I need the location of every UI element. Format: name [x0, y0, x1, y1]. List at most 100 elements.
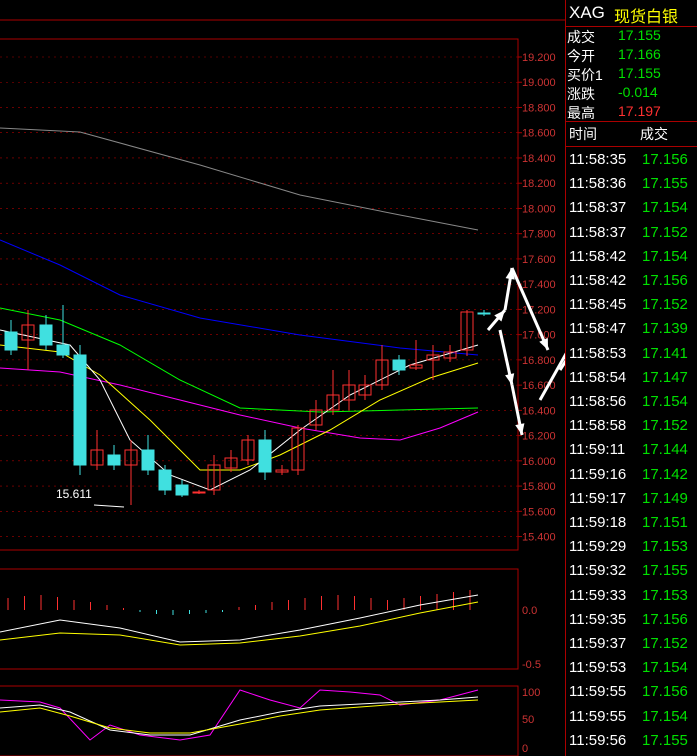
tick-time: 11:59:18	[569, 514, 627, 531]
tick-price: 17.152	[642, 296, 688, 314]
macd-indicator: 0.0 -0.5	[0, 590, 541, 671]
candle-body	[4, 331, 18, 351]
tick-row[interactable]: 11:59:32 17.155	[566, 559, 697, 583]
quote-value: 17.155	[618, 27, 661, 43]
candle-body	[141, 449, 155, 471]
price-tick-label: 16.200	[522, 431, 556, 443]
kdj-tick-label: 50	[522, 714, 534, 726]
tick-row[interactable]: 11:58:45 17.152	[566, 293, 697, 317]
tick-price: 17.154	[642, 393, 688, 410]
quote-value: 17.155	[618, 65, 661, 81]
price-tick-label: 17.400	[522, 279, 556, 291]
tick-price: 17.141	[642, 344, 688, 362]
tick-price: 17.151	[642, 514, 688, 531]
tick-price: 17.156	[642, 610, 688, 628]
tick-time: 11:59:53	[569, 659, 627, 677]
low-price-pointer	[93, 504, 125, 508]
price-tick-label: 19.000	[522, 77, 556, 89]
price-tick-label: 17.800	[522, 229, 556, 241]
tick-time: 11:58:53	[569, 344, 627, 362]
ma-line	[0, 239, 479, 356]
ticks-header-price: 成交	[640, 126, 668, 142]
macd-tick-label: -0.5	[522, 659, 541, 671]
tick-time: 11:59:17	[569, 489, 627, 507]
candle-body	[73, 354, 87, 466]
kdj-j-line	[0, 689, 479, 741]
tick-row[interactable]: 11:59:53 17.154	[566, 656, 697, 680]
tick-row[interactable]: 11:59:33 17.153	[566, 584, 697, 608]
tick-row[interactable]: 11:58:47 17.139	[566, 317, 697, 341]
kdj-d-line	[0, 699, 479, 734]
tick-row[interactable]: 11:59:18 17.151	[566, 511, 697, 535]
tick-time: 11:58:56	[569, 393, 627, 410]
kdj-tick-label: 0	[522, 743, 528, 755]
tick-row[interactable]: 11:59:35 17.156	[566, 608, 697, 632]
quote-label: 涨跌	[567, 86, 595, 102]
tick-price: 17.155	[642, 175, 688, 193]
quote-value: 17.197	[618, 103, 661, 119]
tick-price: 17.153	[642, 538, 688, 556]
price-panel-frame	[0, 38, 519, 551]
price-tick-label: 16.800	[522, 355, 556, 367]
kdj-tick-label: 100	[522, 687, 540, 699]
tick-row[interactable]: 11:58:56 17.154	[566, 390, 697, 414]
tick-row[interactable]: 11:58:35 17.156	[566, 148, 697, 172]
tick-row[interactable]: 11:59:16 17.142	[566, 463, 697, 487]
tick-time: 11:59:33	[569, 586, 627, 604]
macd-tick-label: 0.0	[522, 605, 537, 617]
tick-time: 11:58:58	[569, 417, 627, 435]
tick-row[interactable]: 11:59:55 17.154	[566, 705, 697, 729]
tick-row[interactable]: 11:59:37 17.152	[566, 632, 697, 656]
ma-line	[0, 127, 479, 231]
tick-row[interactable]: 11:58:53 17.141	[566, 342, 697, 366]
tick-price: 17.155	[642, 731, 688, 749]
candle-body	[56, 344, 70, 356]
tick-row[interactable]: 11:59:29 17.153	[566, 535, 697, 559]
tick-row[interactable]: 11:58:42 17.156	[566, 269, 697, 293]
tick-row[interactable]: 11:59:56 17.155	[566, 729, 697, 753]
tick-time: 11:58:37	[569, 199, 627, 217]
tick-time: 11:59:55	[569, 707, 627, 725]
quote-label: 今开	[567, 48, 595, 64]
tick-price: 17.152	[642, 417, 688, 435]
quote-row: 涨跌 -0.014	[566, 83, 697, 102]
ma-line	[0, 307, 479, 413]
candle-body	[107, 454, 121, 466]
price-tick-label: 18.800	[522, 102, 556, 114]
tick-row[interactable]: 11:58:37 17.152	[566, 221, 697, 245]
tick-time: 11:59:56	[569, 731, 627, 749]
tick-price: 17.152	[642, 635, 688, 652]
tick-price: 17.139	[642, 320, 688, 338]
moving-averages	[0, 127, 479, 491]
price-tick-label: 17.600	[522, 254, 556, 266]
tick-time: 11:58:42	[569, 247, 627, 265]
price-tick-label: 15.600	[522, 506, 556, 518]
ma-line	[0, 367, 479, 441]
kline-chart[interactable]: 19.200 19.000 18.800 18.600 18.400 18.200 18.0…	[0, 0, 565, 756]
tick-price: 17.152	[642, 223, 688, 241]
tick-time: 11:58:45	[569, 296, 627, 314]
tick-price: 17.154	[642, 199, 688, 217]
tick-row[interactable]: 11:58:42 17.154	[566, 245, 697, 269]
tick-price: 17.156	[642, 151, 688, 168]
tick-row[interactable]: 11:59:55 17.156	[566, 680, 697, 704]
tick-row[interactable]: 11:58:54 17.147	[566, 366, 697, 390]
candle-body	[258, 439, 272, 473]
tick-row[interactable]: 11:59:11 17.144	[566, 438, 697, 462]
candle-body	[175, 484, 189, 496]
tick-time: 11:59:11	[569, 441, 626, 459]
quote-value: 17.166	[618, 46, 661, 62]
tick-row[interactable]: 11:58:37 17.154	[566, 196, 697, 220]
price-tick-label: 18.200	[522, 178, 556, 190]
tick-row[interactable]: 11:58:36 17.155	[566, 172, 697, 196]
tick-price: 17.142	[642, 465, 688, 483]
symbol-code: XAG	[569, 3, 605, 22]
divider	[566, 146, 697, 147]
quote-row: 买价1 17.155	[566, 64, 697, 83]
macd-panel-frame	[0, 568, 519, 670]
tick-row[interactable]: 11:59:17 17.149	[566, 487, 697, 511]
tick-row[interactable]: 11:58:58 17.152	[566, 414, 697, 438]
price-tick-label: 18.400	[522, 153, 556, 165]
candle-body	[192, 491, 206, 494]
ticks-header-time: 时间	[569, 126, 597, 142]
